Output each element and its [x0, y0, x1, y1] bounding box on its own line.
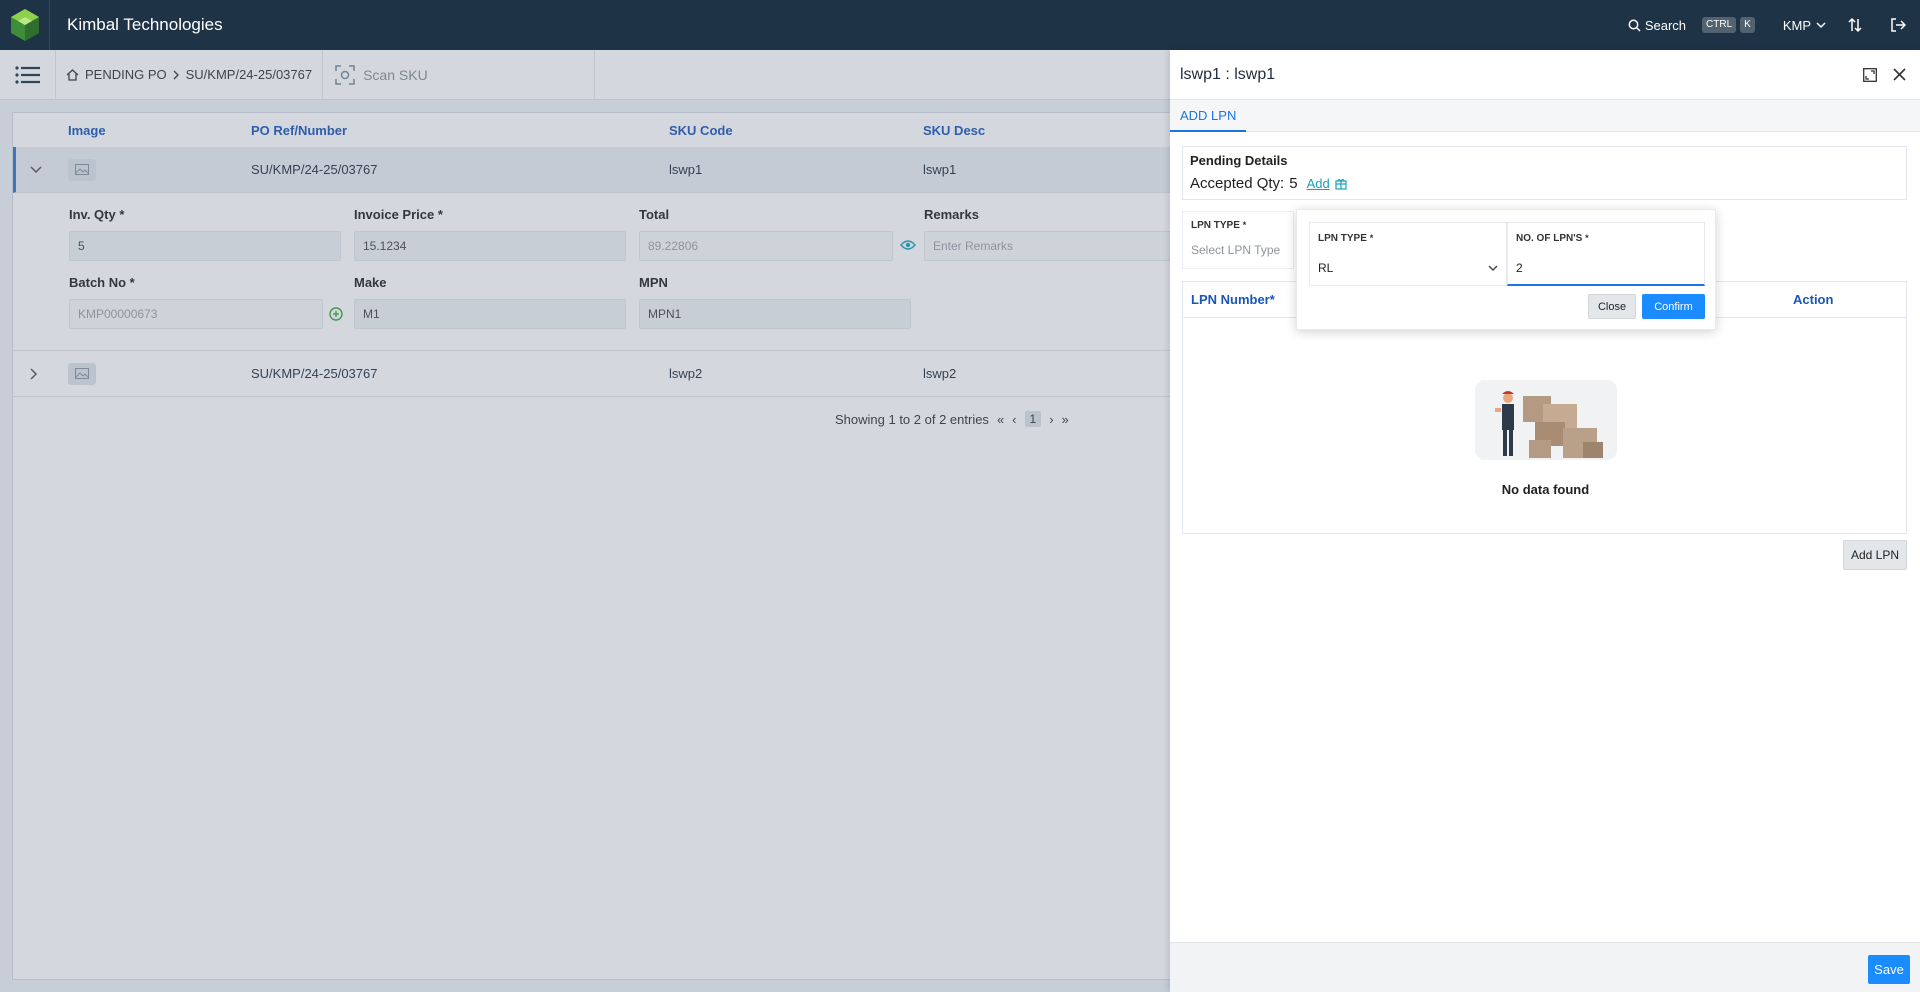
popup-lpn-type-value: RL — [1318, 261, 1334, 275]
box-icon[interactable] — [1335, 178, 1347, 190]
shortcut-ctrl-key: CTRL — [1702, 17, 1737, 33]
tab-add-lpn[interactable]: ADD LPN — [1170, 100, 1247, 132]
popup-no-of-lpns-input[interactable]: NO. OF LPN'S * 2 — [1507, 222, 1705, 286]
search-icon[interactable] — [1628, 19, 1641, 32]
close-icon[interactable] — [1893, 68, 1906, 81]
popup-no-of-lpns-value: 2 — [1516, 261, 1523, 275]
popup-confirm-button[interactable]: Confirm — [1642, 294, 1705, 319]
drawer-title: lswp1 : lswp1 — [1180, 65, 1276, 83]
add-link[interactable]: Add — [1307, 176, 1330, 191]
accepted-qty-label: Accepted Qty: — [1190, 175, 1285, 192]
brand-name: Kimbal Technologies — [67, 15, 223, 34]
expand-icon[interactable] — [1863, 68, 1877, 82]
org-selector[interactable]: KMP — [1783, 18, 1826, 33]
modal-backdrop[interactable] — [0, 50, 1170, 992]
org-label: KMP — [1782, 17, 1811, 33]
popup-lpn-type-label: LPN TYPE — [1318, 233, 1367, 244]
search-label[interactable]: Search — [1645, 18, 1686, 33]
pending-details: Pending Details Accepted Qty: 5 Add — [1182, 146, 1907, 200]
add-lpn-button[interactable]: Add LPN — [1843, 540, 1907, 570]
drawer-header: lswp1 : lswp1 — [1170, 50, 1920, 100]
save-button[interactable]: Save — [1868, 955, 1910, 984]
empty-state-illustration — [1475, 380, 1617, 460]
popup-lpn-type-select[interactable]: LPN TYPE * RL — [1309, 222, 1507, 286]
kimbal-logo[interactable] — [0, 0, 50, 50]
add-lpn-drawer: lswp1 : lswp1 ADD LPN Pending Details Ac… — [1170, 50, 1920, 992]
col-lpn-number: LPN Number* — [1191, 292, 1275, 307]
chevron-down-icon — [1488, 265, 1498, 271]
lpn-popover: LPN TYPE * RL NO. OF LPN'S * 2 Close Con… — [1296, 209, 1716, 330]
drawer-footer: Save — [1170, 942, 1920, 992]
pending-title: Pending Details — [1190, 153, 1288, 168]
col-action: Action — [1793, 292, 1834, 307]
sort-icon[interactable] — [1848, 17, 1862, 33]
logout-icon[interactable] — [1890, 17, 1906, 33]
drawer-tabs: ADD LPN — [1170, 100, 1920, 132]
top-bar: Kimbal Technologies Search CTRL K KMP — [0, 0, 1920, 50]
chevron-down-icon — [1816, 21, 1826, 28]
lpn-type-field[interactable]: LPN TYPE * Select LPN Type — [1182, 211, 1294, 269]
popup-close-button[interactable]: Close — [1588, 294, 1636, 319]
lpn-type-placeholder: Select LPN Type — [1191, 243, 1281, 257]
shortcut-k-key: K — [1740, 17, 1755, 33]
empty-state-text: No data found — [1501, 482, 1590, 497]
accepted-qty-value: 5 — [1289, 175, 1298, 192]
lpn-type-label: LPN TYPE — [1191, 220, 1240, 231]
popup-no-of-lpns-label: NO. OF LPN'S — [1516, 233, 1583, 244]
